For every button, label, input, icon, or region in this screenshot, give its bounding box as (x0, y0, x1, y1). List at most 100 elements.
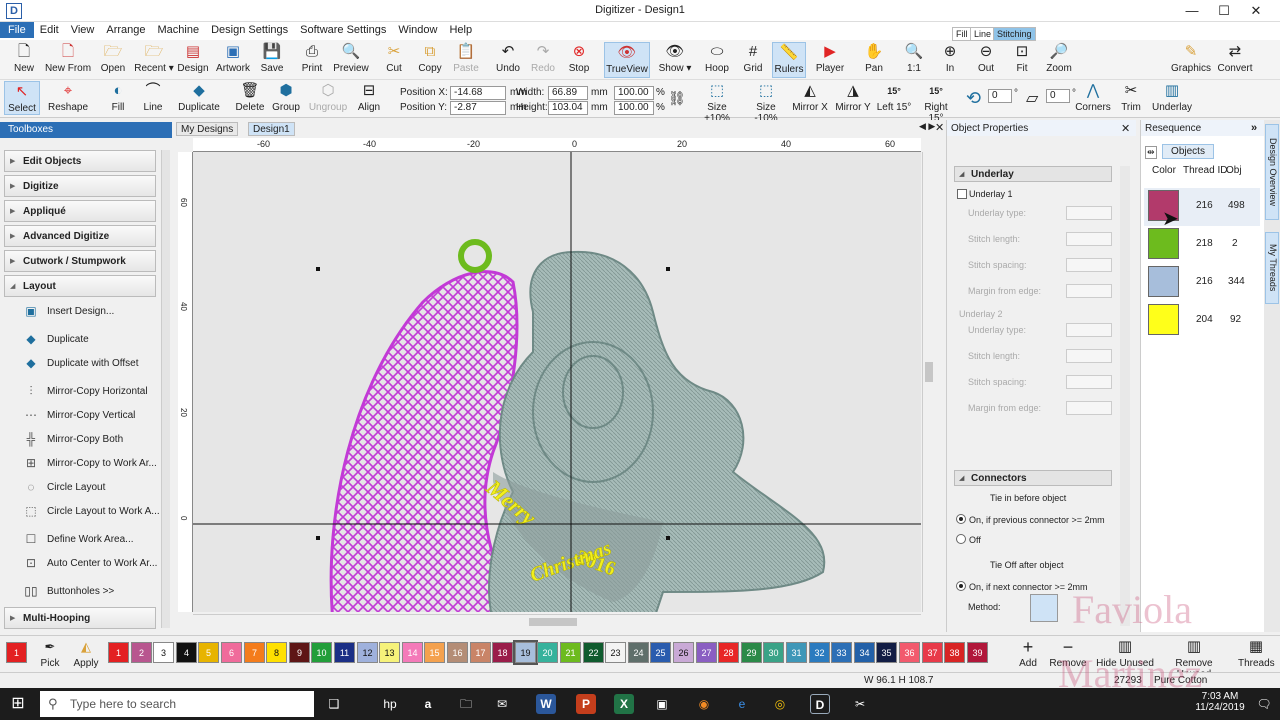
palette-swatch-8[interactable]: 8 (266, 642, 287, 663)
underlay2-type-field[interactable] (1066, 323, 1112, 337)
underlay2-length-field[interactable] (1066, 349, 1112, 363)
palette-swatch-25[interactable]: 25 (650, 642, 671, 663)
palette-swatch-3[interactable]: 3 (153, 642, 174, 663)
amazon-icon[interactable]: a (418, 694, 438, 714)
minimize-button[interactable]: — (1182, 2, 1202, 20)
palette-swatch-29[interactable]: 29 (741, 642, 762, 663)
zoom-in-button[interactable]: ⊕ In (938, 42, 962, 74)
current-color-swatch[interactable]: 1 (6, 642, 27, 663)
palette-swatch-20[interactable]: 20 (537, 642, 558, 663)
menu-file[interactable]: File (0, 22, 34, 38)
palette-swatch-11[interactable]: 11 (334, 642, 355, 663)
tab-fill[interactable]: Fill (952, 27, 972, 41)
size-plus-button[interactable]: ⬚ Size +10% (694, 81, 740, 124)
apply-button[interactable]: ◭ Apply (72, 637, 100, 669)
size-minus-button[interactable]: ⬚ Size -10% (744, 81, 788, 124)
app-icon[interactable]: ▣ (652, 694, 672, 714)
palette-swatch-24[interactable]: 24 (628, 642, 649, 663)
duplicate-tool[interactable]: ◆ Duplicate (176, 81, 222, 113)
objects-button[interactable]: Objects (1162, 144, 1214, 159)
underlay-section[interactable]: Underlay (954, 166, 1112, 182)
copy-button[interactable]: ⧉ Copy (416, 42, 444, 74)
menu-view[interactable]: View (65, 22, 101, 38)
menu-help[interactable]: Help (443, 22, 478, 38)
line-tool[interactable]: ⌒ Line (140, 81, 166, 113)
collapse-panel-icon[interactable]: » (1251, 122, 1257, 134)
palette-swatch-18[interactable]: 18 (492, 642, 513, 663)
tab-design-overview[interactable]: Design Overview (1265, 124, 1279, 220)
hanging-loop[interactable] (458, 239, 492, 273)
graphics-button[interactable]: ✎ Graphics (1170, 42, 1212, 74)
palette-swatch-1[interactable]: 1 (108, 642, 129, 663)
width-field[interactable]: 66.89 (548, 86, 588, 100)
toolbox-layout[interactable]: Layout (4, 275, 156, 297)
zoom-button[interactable]: 🔎 Zoom (1044, 42, 1074, 74)
snipping-tool-icon[interactable]: ✂ (850, 694, 870, 714)
underlay1-spacing-field[interactable] (1066, 258, 1112, 272)
palette-swatch-13[interactable]: 13 (379, 642, 400, 663)
show-button[interactable]: 👁 Show ▾ (658, 42, 692, 74)
duplicate-offset-item[interactable]: ◆ Duplicate with Offset (20, 353, 160, 375)
mirror-copy-work-area-item[interactable]: ⊞ Mirror-Copy to Work Ar... (20, 453, 160, 475)
underlay1-length-field[interactable] (1066, 232, 1112, 246)
palette-swatch-32[interactable]: 32 (809, 642, 830, 663)
position-x-field[interactable]: -14.68 (450, 86, 506, 100)
thread-swatch-3[interactable] (1148, 266, 1179, 297)
fill-tool[interactable]: ◐ Fill (106, 81, 130, 113)
stop-button[interactable]: ⊗ Stop (566, 42, 592, 74)
scale-height-field[interactable]: 100.00 (614, 101, 654, 115)
firefox-icon[interactable]: ◉ (694, 694, 714, 714)
toolbox-multi-hooping[interactable]: Multi-Hooping (4, 607, 156, 629)
angel-body-shape[interactable] (488, 250, 826, 612)
rulers-button[interactable]: 📏 Rulers (772, 42, 806, 78)
ungroup-tool[interactable]: ⬡ Ungroup (306, 81, 350, 113)
palette-swatch-7[interactable]: 7 (244, 642, 265, 663)
redo-button[interactable]: ↷ Redo (530, 42, 556, 74)
circle-layout-item[interactable]: ◌ Circle Layout (20, 477, 160, 499)
mail-icon[interactable]: ✉ (492, 694, 512, 714)
mirror-copy-horizontal-item[interactable]: ⫶ Mirror-Copy Horizontal (20, 381, 160, 403)
palette-swatch-12[interactable]: 12 (357, 642, 378, 663)
tab-design1[interactable]: Design1 (248, 122, 295, 136)
tab-my-threads[interactable]: My Threads (1265, 232, 1279, 304)
palette-swatch-37[interactable]: 37 (922, 642, 943, 663)
palette-swatch-33[interactable]: 33 (831, 642, 852, 663)
palette-swatch-39[interactable]: 39 (967, 642, 988, 663)
maximize-button[interactable]: ☐ (1214, 2, 1234, 20)
tab-my-designs[interactable]: My Designs (176, 122, 239, 136)
palette-swatch-35[interactable]: 35 (876, 642, 897, 663)
trim-button[interactable]: ✂ Trim (1118, 81, 1144, 113)
powerpoint-icon[interactable]: P (576, 694, 596, 714)
underlay1-margin-field[interactable] (1066, 284, 1112, 298)
corners-button[interactable]: ⋀ Corners (1074, 81, 1112, 113)
menu-arrange[interactable]: Arrange (100, 22, 151, 38)
digitizer-taskbar-icon[interactable]: D (810, 694, 830, 714)
mirror-copy-vertical-item[interactable]: ⋯ Mirror-Copy Vertical (20, 405, 160, 427)
notifications-icon[interactable]: 🗨 (1254, 694, 1274, 714)
underlay-button[interactable]: ▥ Underlay (1150, 81, 1194, 113)
tie-in-off-radio[interactable] (956, 534, 966, 544)
canvas-h-scrollbar[interactable] (193, 614, 921, 628)
player-button[interactable]: ▶ Player (814, 42, 846, 74)
auto-center-item[interactable]: ⊡ Auto Center to Work Ar... (20, 553, 160, 575)
print-button[interactable]: ⎙ Print (298, 42, 326, 74)
chrome-icon[interactable]: ◎ (770, 694, 790, 714)
palette-swatch-23[interactable]: 23 (605, 642, 626, 663)
palette-swatch-19[interactable]: 19 (513, 640, 538, 665)
threads-button[interactable]: ▦ Threads (1238, 637, 1275, 669)
zoom-out-button[interactable]: ⊖ Out (974, 42, 998, 74)
underlay1-type-field[interactable] (1066, 206, 1112, 220)
palette-swatch-30[interactable]: 30 (763, 642, 784, 663)
selection-handle[interactable] (316, 267, 320, 271)
mirror-copy-both-item[interactable]: ╬ Mirror-Copy Both (20, 429, 160, 451)
trueview-button[interactable]: 👁 TrueView (604, 42, 650, 78)
grid-button[interactable]: # Grid (740, 42, 766, 74)
palette-swatch-5[interactable]: 5 (198, 642, 219, 663)
rotate-field[interactable]: 0 (988, 89, 1012, 103)
menu-design-settings[interactable]: Design Settings (205, 22, 294, 38)
hp-icon[interactable]: hp (380, 694, 400, 714)
right-15-button[interactable]: 15° Right 15° (916, 81, 956, 124)
slant-icon[interactable]: ▱ (1026, 88, 1038, 108)
properties-scrollbar[interactable] (1120, 166, 1130, 626)
palette-swatch-21[interactable]: 21 (560, 642, 581, 663)
